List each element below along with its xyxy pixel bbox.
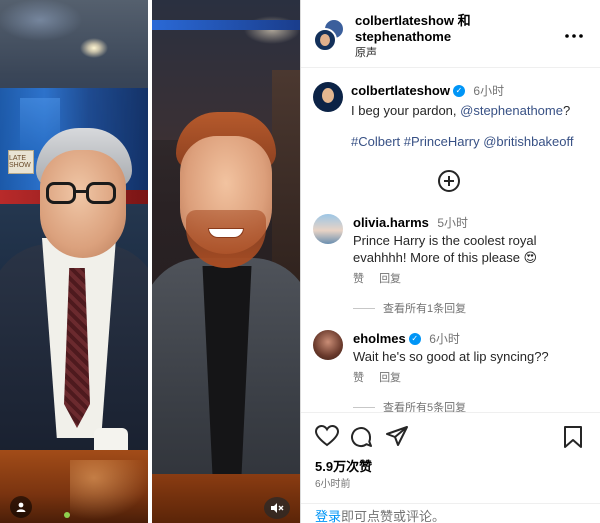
username-link[interactable]: colbertlateshow (355, 13, 454, 28)
caption-time[interactable]: 6小时 (473, 84, 504, 98)
view-replies-button[interactable]: 查看所有1条回复 (353, 300, 591, 316)
glasses (46, 182, 120, 206)
comment-time[interactable]: 5小时 (437, 216, 468, 230)
login-prompt-text: 即可点赞或评论。 (341, 509, 446, 523)
reply-button[interactable]: 回复 (379, 372, 401, 384)
login-prompt: 登录即可点赞或评论。 (301, 503, 600, 523)
audio-link[interactable]: 原声 (355, 45, 471, 61)
comment-time[interactable]: 6小时 (429, 332, 460, 346)
username-link[interactable]: stephenathome (355, 29, 471, 45)
reply-button[interactable]: 回复 (379, 273, 401, 285)
hashtags[interactable]: #Colbert #PrinceHarry @britishbakeoff (351, 133, 591, 150)
verified-icon: ✓ (452, 84, 465, 97)
add-comment-icon[interactable] (438, 170, 460, 192)
comment-text: Prince Harry is the coolest royal evahhh… (353, 233, 538, 265)
verified-icon: ✓ (408, 332, 421, 345)
share-icon[interactable] (385, 425, 409, 449)
caption-text-suffix: ? (562, 103, 571, 118)
stage-blue-strip (152, 20, 300, 30)
post-actions: 5.9万次赞 6小时前 登录即可点赞或评论。 (301, 412, 600, 523)
comment-icon[interactable] (349, 425, 373, 449)
caption-username[interactable]: colbertlateshow (351, 83, 450, 98)
bookmark-icon[interactable] (563, 425, 583, 449)
smile (208, 228, 244, 238)
comment-username[interactable]: olivia.harms (353, 215, 429, 230)
header-names: colbertlateshow 和 stephenathome 原声 (355, 13, 471, 61)
action-icons (315, 425, 587, 449)
avatar[interactable] (313, 214, 343, 244)
like-comment-button[interactable]: 赞 (353, 372, 364, 384)
mention-link[interactable]: @stephenathome (460, 103, 563, 118)
avatar[interactable] (313, 330, 343, 360)
heart-icon[interactable] (315, 425, 339, 447)
post-header: colbertlateshow 和 stephenathome 原声 (301, 0, 600, 68)
indicator-dot (64, 512, 70, 518)
comments-list[interactable]: colbertlateshow ✓ 6小时 I beg your pardon, … (301, 68, 600, 412)
mute-icon[interactable] (264, 497, 290, 519)
like-comment-button[interactable]: 赞 (353, 273, 364, 285)
stage-sign: LATE SHOW (8, 150, 34, 174)
post-image-left: LATE SHOW (0, 0, 148, 523)
avatar[interactable] (313, 82, 343, 112)
person-icon[interactable] (10, 496, 32, 518)
view-replies-button[interactable]: 查看所有5条回复 (353, 399, 591, 412)
comment-username[interactable]: eholmes (353, 331, 406, 346)
login-link[interactable]: 登录 (315, 509, 341, 523)
post-panel: colbertlateshow 和 stephenathome 原声 colbe… (300, 0, 600, 523)
post-timestamp[interactable]: 6小时前 (315, 475, 351, 490)
comment-text: Wait he's so good at lip syncing?? (353, 349, 549, 364)
avatar[interactable] (313, 28, 337, 52)
collab-avatars[interactable] (313, 18, 349, 54)
likes-count[interactable]: 5.9万次赞 (315, 456, 372, 475)
caption-text: I beg your pardon, (351, 103, 461, 118)
post-image-right (152, 0, 300, 523)
more-icon[interactable] (565, 22, 583, 43)
conjunction-text: 和 (457, 13, 471, 28)
